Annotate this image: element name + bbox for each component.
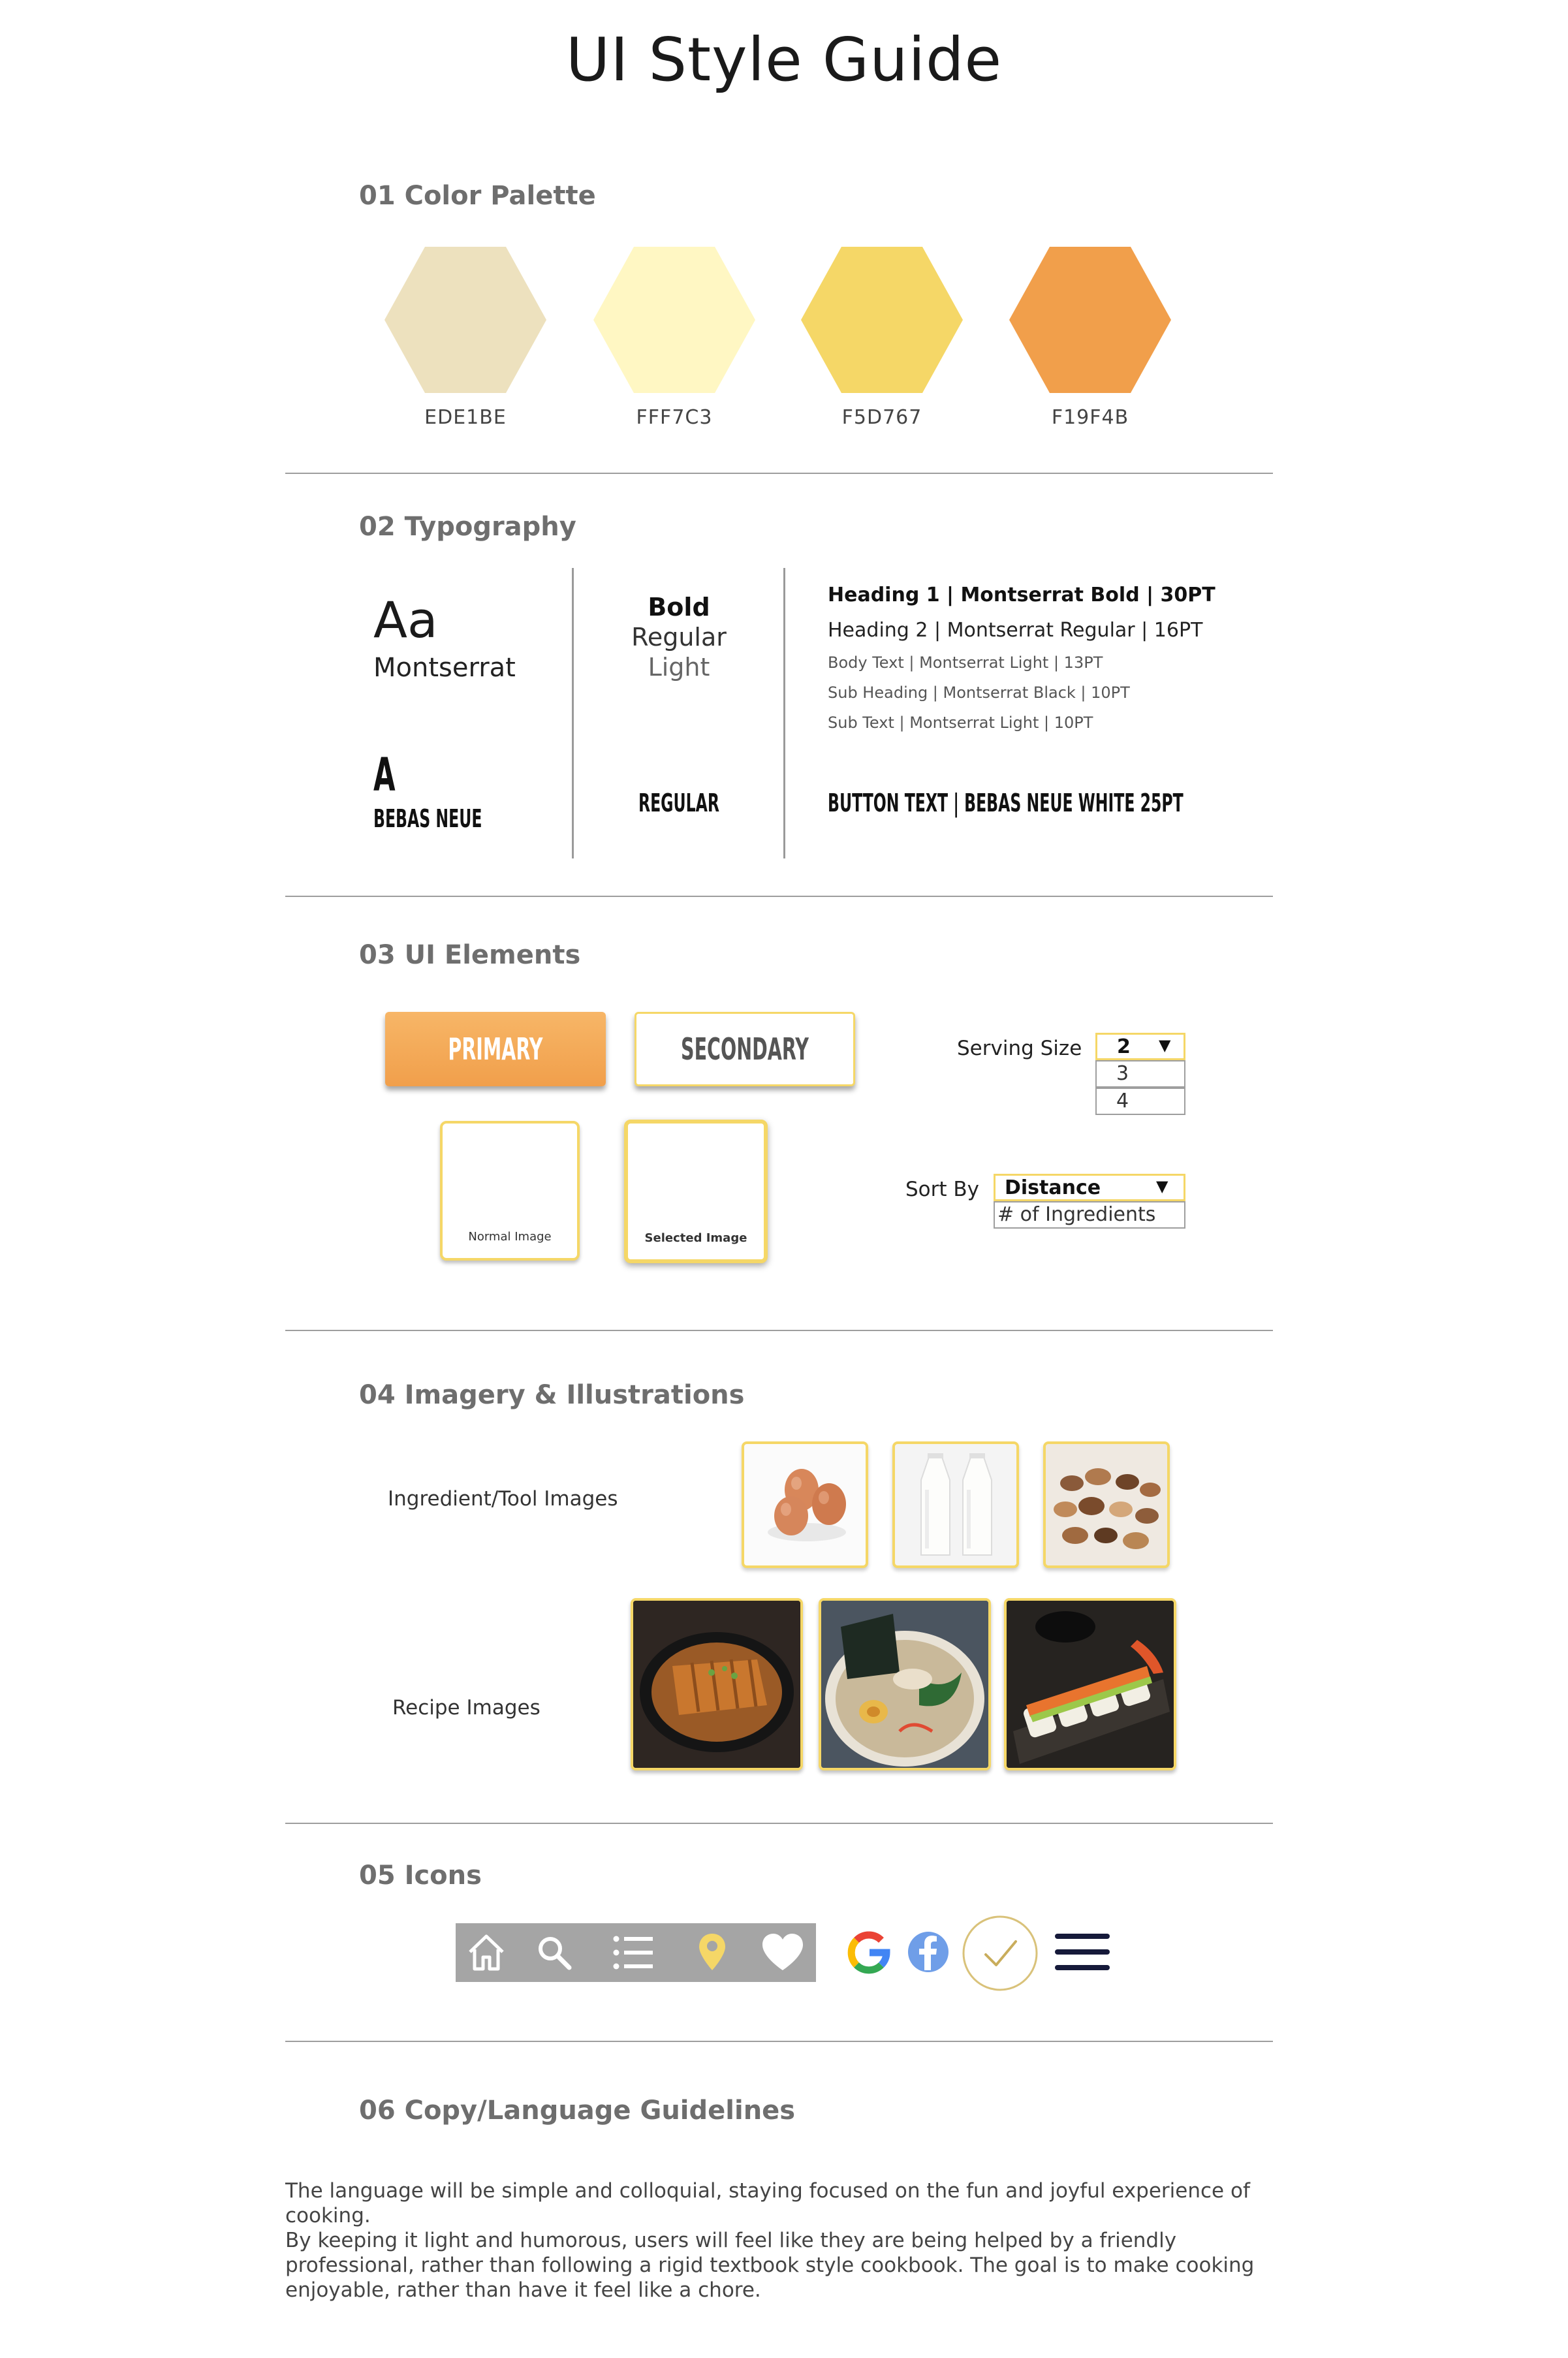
search-icon[interactable] bbox=[534, 1932, 574, 1973]
katsu-curry-illustration bbox=[633, 1601, 800, 1768]
ingredient-images-label: Ingredient/Tool Images bbox=[388, 1487, 618, 1511]
primary-button[interactable]: PRIMARY bbox=[385, 1012, 606, 1086]
sushi-roll-illustration bbox=[1007, 1601, 1174, 1768]
eggs-illustration bbox=[768, 1469, 846, 1541]
list-icon[interactable] bbox=[611, 1932, 657, 1973]
swatch-code: FFF7C3 bbox=[636, 406, 713, 429]
column-divider bbox=[572, 568, 574, 858]
section-divider bbox=[285, 1330, 1273, 1331]
swatch-code: EDE1BE bbox=[424, 406, 507, 429]
ramen-illustration bbox=[821, 1601, 988, 1768]
section-divider bbox=[285, 896, 1273, 897]
nav-icon-bar bbox=[456, 1923, 816, 1982]
hamburger-menu-icon[interactable] bbox=[1054, 1931, 1112, 1974]
google-icon[interactable] bbox=[846, 1930, 892, 1975]
weight-light: Light bbox=[648, 653, 710, 682]
serving-size-label: Serving Size bbox=[957, 1037, 1082, 1060]
selected-image-card[interactable]: Selected Image bbox=[624, 1120, 768, 1263]
page-title: UI Style Guide bbox=[565, 25, 1003, 95]
swatch-code: F5D767 bbox=[841, 406, 922, 429]
facebook-icon[interactable] bbox=[906, 1930, 950, 1974]
spec-sub-text: Sub Text | Montserrat Light | 10PT bbox=[828, 714, 1093, 732]
eggs-image[interactable] bbox=[742, 1441, 868, 1568]
sort-by-option[interactable]: # of Ingredients bbox=[994, 1201, 1185, 1229]
spec-body-text: Body Text | Montserrat Light | 13PT bbox=[828, 653, 1103, 672]
typeface-name-bebas: BEBAS NEUE bbox=[373, 804, 482, 833]
section-title-icons: 05 Icons bbox=[359, 1861, 482, 1891]
copy-paragraph-1: The language will be simple and colloqui… bbox=[285, 2179, 1250, 2227]
home-icon[interactable] bbox=[465, 1931, 508, 1974]
section-divider bbox=[285, 1823, 1273, 1824]
weight-regular-bebas: REGULAR bbox=[638, 789, 720, 817]
section-title-imagery: 04 Imagery & Illustrations bbox=[359, 1380, 745, 1410]
secondary-button-label: SECONDARY bbox=[681, 1031, 809, 1067]
weight-regular: Regular bbox=[631, 623, 727, 652]
spec-heading-2: Heading 2 | Montserrat Regular | 16PT bbox=[828, 619, 1203, 642]
dropdown-arrow-icon: ▼ bbox=[1159, 1036, 1171, 1054]
location-pin-icon[interactable] bbox=[696, 1931, 729, 1974]
normal-image-card[interactable]: Normal Image bbox=[440, 1121, 580, 1261]
spec-sub-heading: Sub Heading | Montserrat Black | 10PT bbox=[828, 684, 1130, 702]
ramen-image[interactable] bbox=[819, 1598, 991, 1770]
swatch-f5d767 bbox=[801, 247, 963, 393]
mixed-nuts-image[interactable] bbox=[1043, 1441, 1170, 1568]
section-divider bbox=[285, 473, 1273, 474]
milk-bottles-illustration bbox=[920, 1453, 992, 1556]
milk-bottles-image[interactable] bbox=[892, 1441, 1019, 1568]
spec-button-text: BUTTON TEXT | BEBAS NEUE WHITE 25PT bbox=[828, 789, 1184, 817]
primary-button-label: PRIMARY bbox=[448, 1031, 543, 1067]
selected-image-label: Selected Image bbox=[644, 1231, 747, 1245]
copy-paragraph-2: By keeping it light and humorous, users … bbox=[285, 2229, 1255, 2302]
normal-image-label: Normal Image bbox=[468, 1230, 552, 1244]
sort-by-selected: Distance bbox=[1005, 1176, 1101, 1199]
dropdown-arrow-icon: ▼ bbox=[1156, 1177, 1168, 1195]
typeface-name-montserrat: Montserrat bbox=[373, 653, 516, 683]
section-title-copy-guidelines: 06 Copy/Language Guidelines bbox=[359, 2096, 796, 2126]
swatch-ede1be bbox=[384, 247, 546, 393]
serving-size-option[interactable]: 4 bbox=[1095, 1088, 1185, 1115]
section-title-typography: 02 Typography bbox=[359, 512, 576, 542]
option-label: # of Ingredients bbox=[997, 1203, 1156, 1226]
sushi-roll-image[interactable] bbox=[1004, 1598, 1176, 1770]
sort-by-label: Sort By bbox=[905, 1178, 980, 1201]
katsu-curry-image[interactable] bbox=[631, 1598, 803, 1770]
checkmark-icon[interactable] bbox=[961, 1914, 1039, 1992]
section-divider bbox=[285, 2041, 1273, 2042]
section-title-color-palette: 01 Color Palette bbox=[359, 181, 596, 211]
serving-size-selected: 2 bbox=[1117, 1035, 1131, 1058]
heart-icon[interactable] bbox=[760, 1932, 806, 1973]
swatch-code: F19F4B bbox=[1051, 406, 1129, 429]
recipe-images-label: Recipe Images bbox=[392, 1696, 541, 1720]
serving-size-dropdown[interactable]: 2 ▼ bbox=[1095, 1033, 1185, 1060]
column-divider bbox=[783, 568, 785, 858]
swatch-fff7c3 bbox=[593, 247, 755, 393]
swatch-f19f4b bbox=[1009, 247, 1171, 393]
option-label: 3 bbox=[1116, 1062, 1129, 1085]
secondary-button[interactable]: SECONDARY bbox=[635, 1012, 855, 1086]
weight-bold: Bold bbox=[648, 593, 710, 621]
spec-heading-1: Heading 1 | Montserrat Bold | 30PT bbox=[828, 584, 1215, 606]
typeface-sample-montserrat: Aa bbox=[373, 591, 438, 649]
option-label: 4 bbox=[1116, 1090, 1129, 1112]
section-title-ui-elements: 03 UI Elements bbox=[359, 940, 581, 970]
typeface-sample-bebas: A bbox=[373, 748, 396, 802]
sort-by-dropdown[interactable]: Distance ▼ bbox=[994, 1174, 1185, 1201]
mixed-nuts-illustration bbox=[1054, 1468, 1161, 1549]
serving-size-option[interactable]: 3 bbox=[1095, 1060, 1185, 1088]
